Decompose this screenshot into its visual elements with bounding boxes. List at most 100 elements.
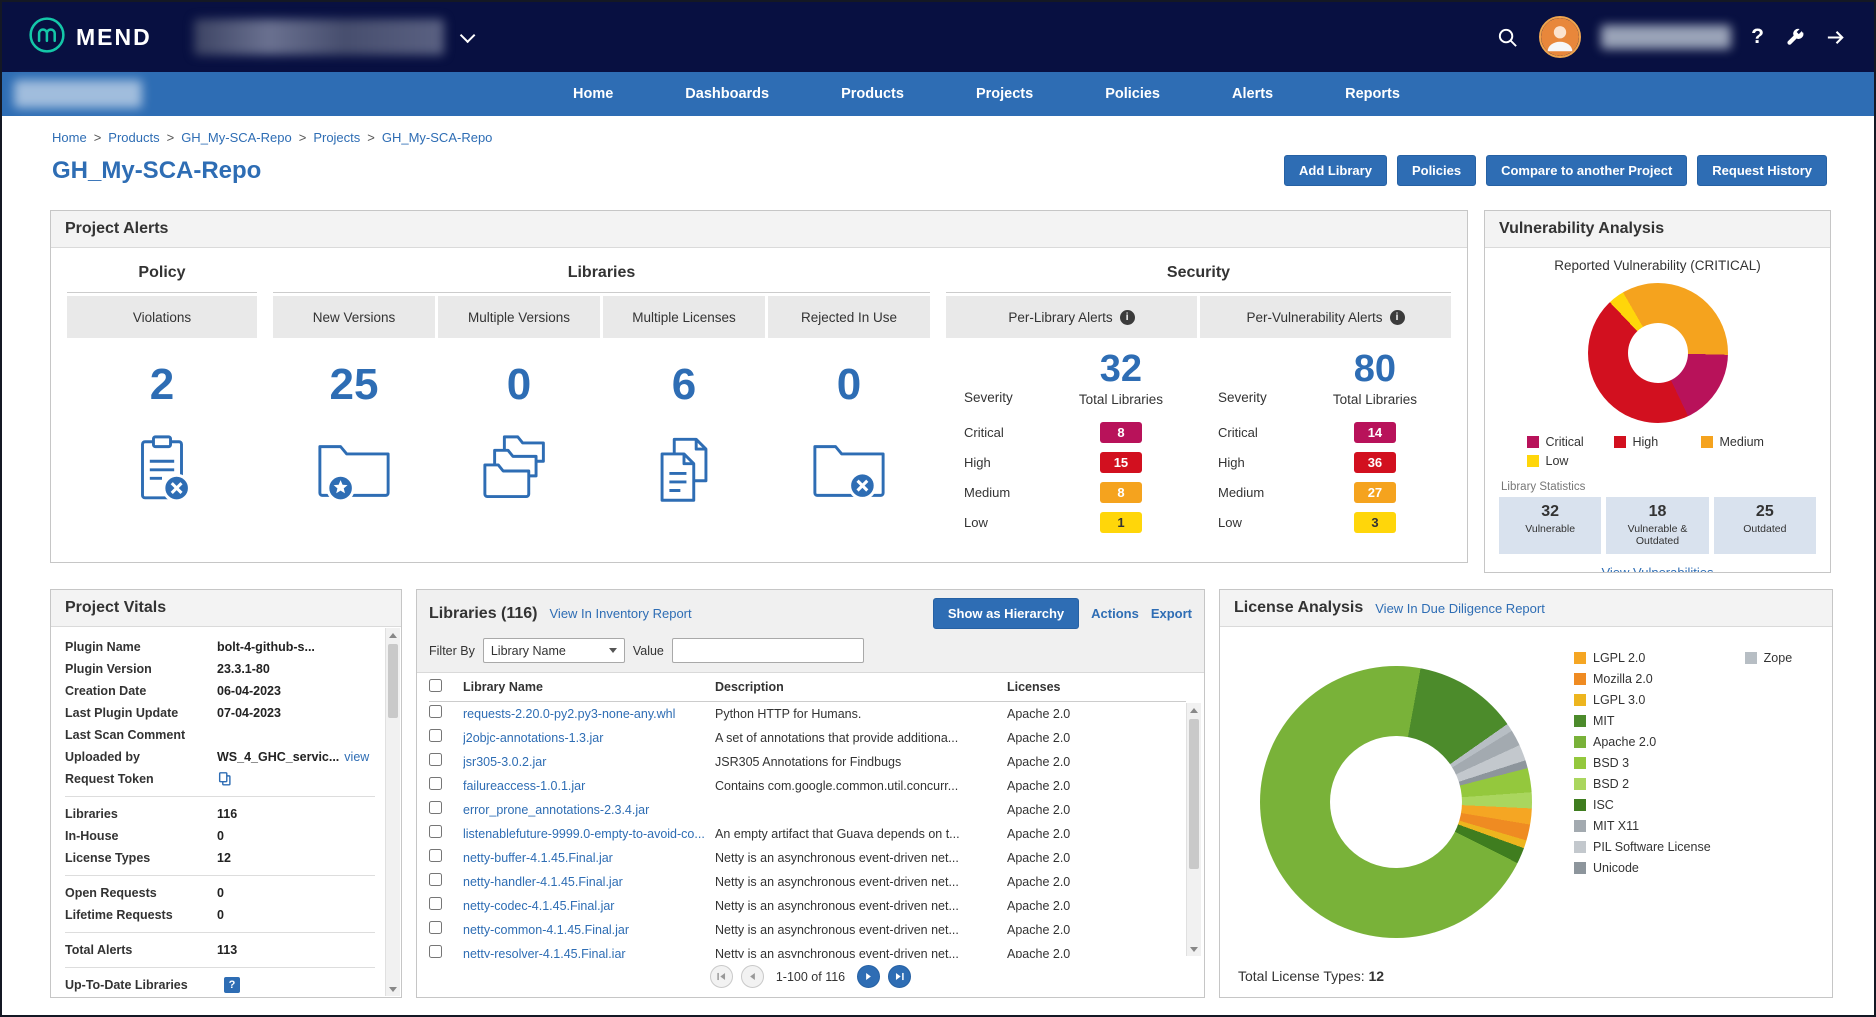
row-checkbox[interactable] bbox=[429, 945, 442, 958]
page-action-button[interactable]: Policies bbox=[1397, 155, 1476, 186]
multiple-licenses-count[interactable]: 6 bbox=[603, 360, 765, 410]
row-checkbox[interactable] bbox=[429, 801, 442, 814]
severity-count-badge[interactable]: 8 bbox=[1100, 482, 1142, 503]
breadcrumb-link[interactable]: Projects bbox=[313, 130, 360, 145]
table-scrollbar[interactable] bbox=[1186, 703, 1201, 956]
breadcrumb-link[interactable]: Home bbox=[52, 130, 87, 145]
settings-wrench-icon[interactable] bbox=[1784, 27, 1805, 48]
severity-count-badge[interactable]: 15 bbox=[1100, 452, 1142, 473]
table-row[interactable]: jsr305-3.0.2.jar JSR305 Annotations for … bbox=[429, 750, 1186, 774]
row-checkbox[interactable] bbox=[429, 873, 442, 886]
view-inventory-report-link[interactable]: View In Inventory Report bbox=[550, 606, 692, 621]
library-name-link[interactable]: requests-2.20.0-py2.py3-none-any.whl bbox=[463, 707, 715, 721]
nav-item[interactable]: Products bbox=[805, 86, 940, 102]
library-name-link[interactable]: netty-common-4.1.45.Final.jar bbox=[463, 923, 715, 937]
violations-tab[interactable]: Violations bbox=[67, 296, 257, 338]
info-icon[interactable]: i bbox=[1120, 310, 1135, 325]
scroll-down-button[interactable] bbox=[386, 982, 400, 996]
rejected-in-use-tab[interactable]: Rejected In Use bbox=[768, 296, 930, 338]
show-as-hierarchy-button[interactable]: Show as Hierarchy bbox=[933, 598, 1079, 629]
row-checkbox[interactable] bbox=[429, 705, 442, 718]
view-uploader-link[interactable]: view bbox=[344, 750, 369, 764]
multiple-versions-count[interactable]: 0 bbox=[438, 360, 600, 410]
org-selector[interactable] bbox=[194, 19, 471, 55]
page-action-button[interactable]: Add Library bbox=[1284, 155, 1387, 186]
scroll-thumb[interactable] bbox=[1189, 719, 1199, 869]
first-page-button[interactable] bbox=[710, 965, 733, 988]
severity-count-badge[interactable]: 36 bbox=[1354, 452, 1396, 473]
column-library-name[interactable]: Library Name bbox=[463, 680, 715, 694]
breadcrumb-link[interactable]: Products bbox=[108, 130, 159, 145]
table-row[interactable]: listenablefuture-9999.0-empty-to-avoid-c… bbox=[429, 822, 1186, 846]
row-checkbox[interactable] bbox=[429, 825, 442, 838]
violations-count[interactable]: 2 bbox=[67, 360, 257, 410]
table-row[interactable]: netty-resolver-4.1.45.Final.jar Netty is… bbox=[429, 942, 1186, 958]
help-badge[interactable]: ? bbox=[224, 977, 240, 993]
vulnerability-donut-chart[interactable] bbox=[1588, 283, 1728, 423]
severity-count-badge[interactable]: 27 bbox=[1354, 482, 1396, 503]
breadcrumb-link[interactable]: GH_My-SCA-Repo bbox=[382, 130, 493, 145]
filter-field-select[interactable]: Library Name bbox=[483, 638, 625, 663]
per-library-total[interactable]: 32 bbox=[1063, 350, 1179, 388]
new-versions-count[interactable]: 25 bbox=[273, 360, 435, 410]
column-description[interactable]: Description bbox=[715, 680, 1007, 694]
severity-count-badge[interactable]: 3 bbox=[1354, 512, 1396, 533]
page-action-button[interactable]: Compare to another Project bbox=[1486, 155, 1687, 186]
page-action-button[interactable]: Request History bbox=[1697, 155, 1827, 186]
per-library-alerts-tab[interactable]: Per-Library Alerts i bbox=[946, 296, 1197, 338]
multiple-versions-tab[interactable]: Multiple Versions bbox=[438, 296, 600, 338]
table-row[interactable]: j2objc-annotations-1.3.jar A set of anno… bbox=[429, 726, 1186, 750]
nav-item[interactable]: Policies bbox=[1069, 86, 1196, 102]
breadcrumb-link[interactable]: GH_My-SCA-Repo bbox=[181, 130, 292, 145]
filter-value-input[interactable] bbox=[672, 638, 864, 663]
row-checkbox[interactable] bbox=[429, 729, 442, 742]
info-icon[interactable]: i bbox=[1390, 310, 1405, 325]
avatar[interactable] bbox=[1539, 16, 1581, 58]
help-icon[interactable]: ? bbox=[1751, 25, 1764, 49]
due-diligence-report-link[interactable]: View In Due Diligence Report bbox=[1375, 601, 1545, 616]
library-name-link[interactable]: netty-resolver-4.1.45.Final.jar bbox=[463, 947, 715, 958]
multiple-licenses-tab[interactable]: Multiple Licenses bbox=[603, 296, 765, 338]
row-checkbox[interactable] bbox=[429, 753, 442, 766]
copy-icon[interactable] bbox=[217, 771, 233, 787]
select-all-checkbox[interactable] bbox=[429, 679, 442, 692]
row-checkbox[interactable] bbox=[429, 897, 442, 910]
library-name-link[interactable]: error_prone_annotations-2.3.4.jar bbox=[463, 803, 715, 817]
library-name-link[interactable]: netty-handler-4.1.45.Final.jar bbox=[463, 875, 715, 889]
table-row[interactable]: error_prone_annotations-2.3.4.jar Apache… bbox=[429, 798, 1186, 822]
library-name-link[interactable]: listenablefuture-9999.0-empty-to-avoid-c… bbox=[463, 827, 715, 841]
nav-item[interactable]: Reports bbox=[1309, 86, 1436, 102]
row-checkbox[interactable] bbox=[429, 921, 442, 934]
nav-item[interactable]: Alerts bbox=[1196, 86, 1309, 102]
scroll-up-button[interactable] bbox=[1187, 703, 1201, 717]
rejected-in-use-count[interactable]: 0 bbox=[768, 360, 930, 410]
next-page-button[interactable] bbox=[857, 965, 880, 988]
table-row[interactable]: netty-handler-4.1.45.Final.jar Netty is … bbox=[429, 870, 1186, 894]
severity-count-badge[interactable]: 1 bbox=[1100, 512, 1142, 533]
table-row[interactable]: netty-common-4.1.45.Final.jar Netty is a… bbox=[429, 918, 1186, 942]
nav-item[interactable]: Dashboards bbox=[649, 86, 805, 102]
column-licenses[interactable]: Licenses bbox=[1007, 680, 1186, 694]
scroll-up-button[interactable] bbox=[386, 628, 400, 642]
table-row[interactable]: failureaccess-1.0.1.jar Contains com.goo… bbox=[429, 774, 1186, 798]
nav-item[interactable]: Projects bbox=[940, 86, 1069, 102]
export-link[interactable]: Export bbox=[1151, 606, 1192, 621]
library-name-link[interactable]: failureaccess-1.0.1.jar bbox=[463, 779, 715, 793]
severity-count-badge[interactable]: 14 bbox=[1354, 422, 1396, 443]
search-icon[interactable] bbox=[1496, 26, 1519, 49]
prev-page-button[interactable] bbox=[741, 965, 764, 988]
library-name-link[interactable]: netty-buffer-4.1.45.Final.jar bbox=[463, 851, 715, 865]
library-name-link[interactable]: j2objc-annotations-1.3.jar bbox=[463, 731, 715, 745]
row-checkbox[interactable] bbox=[429, 777, 442, 790]
per-vulnerability-total[interactable]: 80 bbox=[1317, 350, 1433, 388]
table-row[interactable]: netty-buffer-4.1.45.Final.jar Netty is a… bbox=[429, 846, 1186, 870]
brand[interactable]: MEND bbox=[28, 16, 152, 59]
scroll-thumb[interactable] bbox=[388, 644, 398, 718]
severity-count-badge[interactable]: 8 bbox=[1100, 422, 1142, 443]
logout-icon[interactable] bbox=[1825, 26, 1848, 49]
table-row[interactable]: netty-codec-4.1.45.Final.jar Netty is an… bbox=[429, 894, 1186, 918]
table-row[interactable]: requests-2.20.0-py2.py3-none-any.whl Pyt… bbox=[429, 702, 1186, 726]
vitals-scrollbar[interactable] bbox=[385, 628, 400, 996]
license-donut-chart[interactable] bbox=[1260, 666, 1532, 938]
scroll-down-button[interactable] bbox=[1187, 942, 1201, 956]
